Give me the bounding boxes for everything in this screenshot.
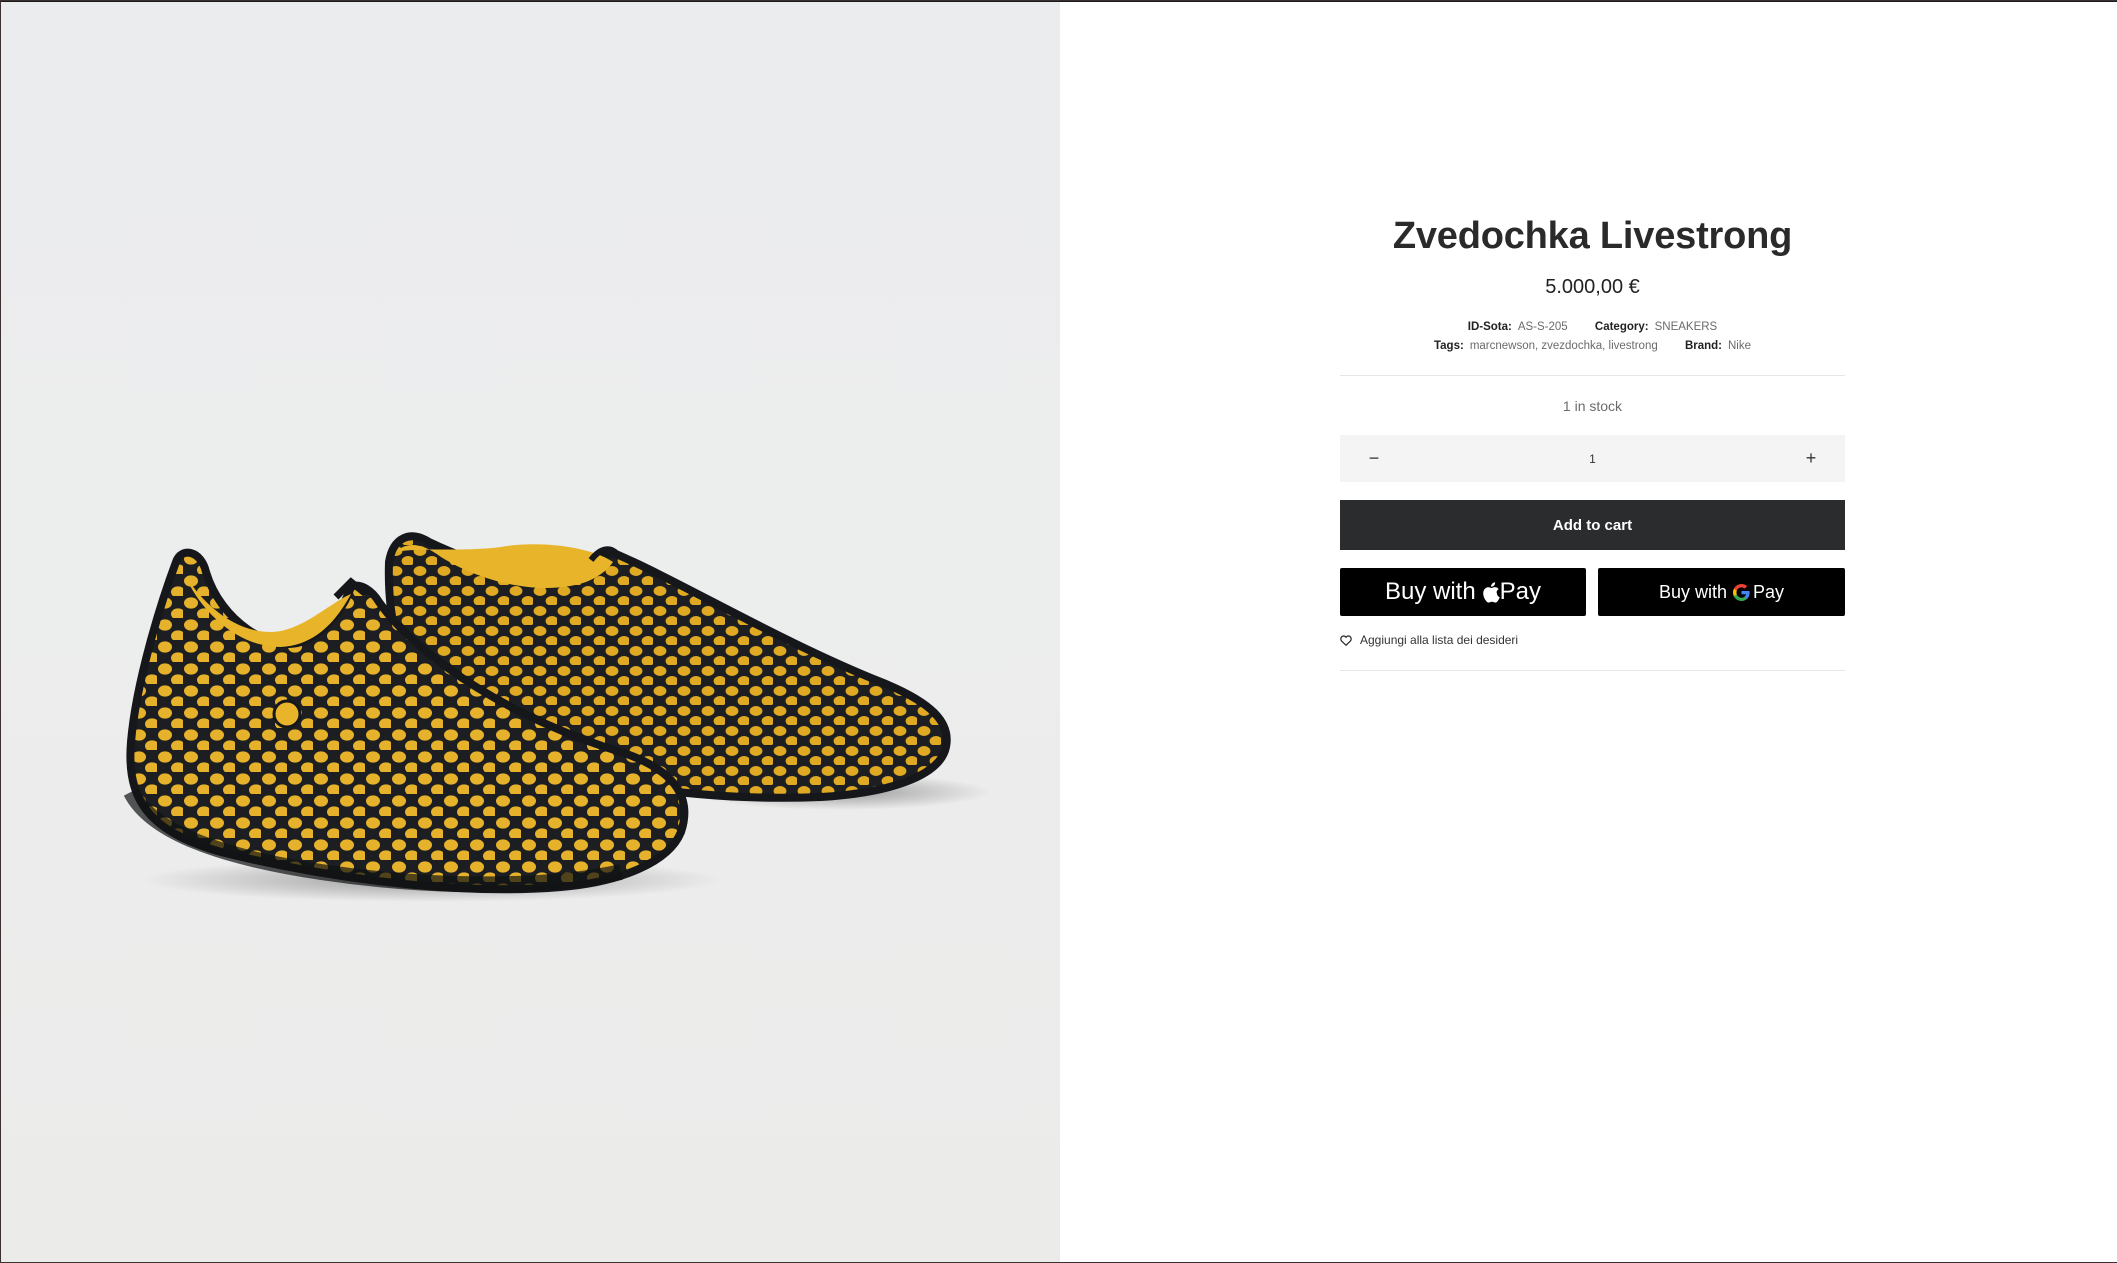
wishlist-label: Aggiungi alla lista dei desideri xyxy=(1360,633,1519,647)
divider-bottom xyxy=(1340,670,1845,671)
id-value: AS-S-205 xyxy=(1517,321,1568,333)
google-g-icon xyxy=(1733,583,1750,601)
brand-label: Brand: xyxy=(1684,340,1722,352)
tags-label: Tags: xyxy=(1433,340,1464,352)
heart-icon xyxy=(1340,634,1352,646)
product-price: 5.000,00 € xyxy=(1545,276,1640,298)
apple-pay-prefix: Buy with xyxy=(1384,578,1476,605)
category-link[interactable]: SNEAKERS xyxy=(1655,321,1718,333)
product-image[interactable] xyxy=(1,2,1060,1262)
browser-window: Zvedochka Livestrong 5.000,00 € ID-Sota:… xyxy=(1,1,2117,1262)
id-label: ID-Sota: xyxy=(1467,321,1512,333)
quantity-decrease-button[interactable]: − xyxy=(1340,435,1408,482)
apple-logo-icon xyxy=(1482,582,1500,603)
quantity-increase-button[interactable]: + xyxy=(1777,435,1845,482)
google-pay-prefix: Buy with xyxy=(1658,581,1727,602)
product-meta-row-2: Tags: marcnewson, zvezdochka, livestrong … xyxy=(1340,340,1845,352)
apple-pay-wordmark: Pay xyxy=(1482,578,1541,606)
stock-status: 1 in stock xyxy=(1562,398,1623,414)
quantity-stepper: − + xyxy=(1340,435,1845,484)
category-label: Category: xyxy=(1594,321,1649,333)
shoe-illustration xyxy=(123,532,991,902)
product-title: Zvedochka Livestrong xyxy=(1392,215,1793,257)
brand-link[interactable]: Nike xyxy=(1728,340,1751,352)
product-meta-row-1: ID-Sota: AS-S-205 Category: SNEAKERS xyxy=(1340,321,1845,333)
tags-links[interactable]: marcnewson, zvezdochka, livestrong xyxy=(1470,340,1658,352)
google-pay-wordmark: Pay xyxy=(1733,582,1784,603)
apple-pay-button[interactable]: Buy with Pay xyxy=(1340,568,1586,616)
google-pay-word: Pay xyxy=(1753,581,1785,602)
add-to-wishlist-link[interactable]: Aggiungi alla lista dei desideri xyxy=(1340,632,1518,648)
quantity-input[interactable] xyxy=(1408,435,1777,484)
add-to-cart-button[interactable]: Add to cart xyxy=(1340,500,1845,550)
divider-top xyxy=(1340,375,1845,376)
apple-pay-word: Pay xyxy=(1499,578,1542,605)
google-pay-button[interactable]: Buy with Pay xyxy=(1598,568,1845,616)
